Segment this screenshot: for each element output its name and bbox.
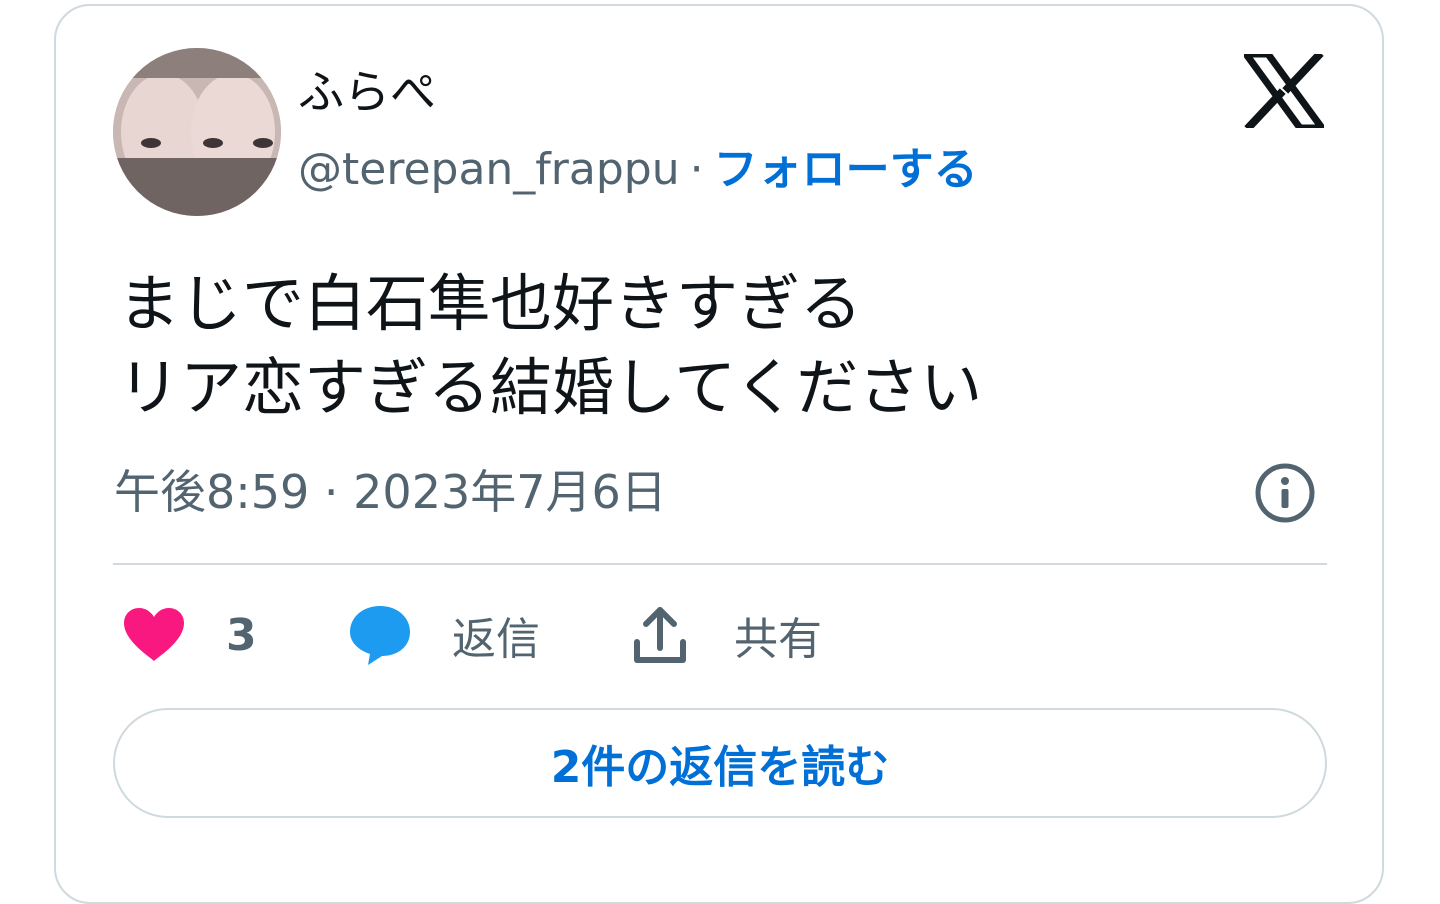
share-label: 共有 <box>734 614 822 665</box>
user-handle[interactable]: @terepan_frappu <box>298 144 680 195</box>
tweet-line: リア恋すぎる結婚してください <box>118 351 983 424</box>
share-upload-icon <box>634 607 686 663</box>
info-icon[interactable] <box>1254 462 1316 524</box>
read-replies-button[interactable]: 2件の返信を読む <box>113 708 1327 818</box>
speech-bubble-icon <box>350 606 410 665</box>
reply-label: 返信 <box>452 614 540 665</box>
x-logo-icon[interactable] <box>1244 54 1324 128</box>
tweet-line: まじで白石隼也好きすぎる <box>118 267 863 340</box>
heart-icon <box>124 608 184 661</box>
tweet-text: まじで白石隼也好きすぎる リア恋すぎる結婚してください <box>118 262 1318 430</box>
like-count: 3 <box>226 609 257 661</box>
separator-dot: · <box>689 144 704 195</box>
divider <box>113 563 1327 565</box>
avatar-image <box>113 48 281 216</box>
reply-button[interactable]: 返信 <box>348 600 540 670</box>
like-button[interactable]: 3 <box>122 600 257 670</box>
follow-button[interactable]: フォローする <box>714 144 978 195</box>
handle-row: @terepan_frappu · フォローする <box>298 140 978 200</box>
display-name[interactable]: ふらぺ <box>298 62 436 122</box>
avatar[interactable] <box>113 48 281 216</box>
share-button[interactable]: 共有 <box>632 600 822 670</box>
timestamp[interactable]: 午後8:59 · 2023年7月6日 <box>114 462 667 522</box>
